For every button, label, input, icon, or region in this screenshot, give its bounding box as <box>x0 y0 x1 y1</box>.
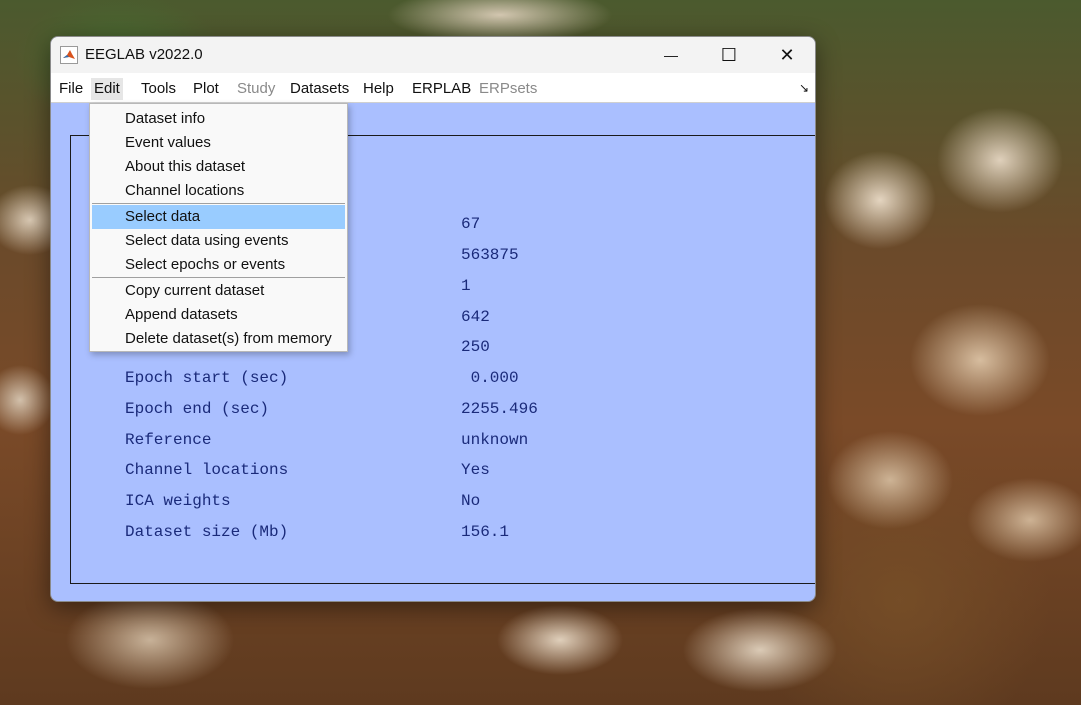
maximize-icon: ☐ <box>720 44 738 65</box>
menu-separator <box>92 277 345 278</box>
info-value: 156.1 <box>461 523 510 541</box>
resize-corner-icon: ↘ <box>798 81 809 95</box>
info-value: Yes <box>461 461 490 479</box>
menu-item-select-data[interactable]: Select data <box>92 205 345 229</box>
info-value: 642 <box>461 308 490 326</box>
info-label: Epoch end (sec) <box>125 400 270 418</box>
matlab-icon <box>60 46 78 64</box>
menu-tools[interactable]: Tools <box>138 78 179 100</box>
menu-item-about-dataset[interactable]: About this dataset <box>92 155 345 179</box>
menu-plot[interactable]: Plot <box>190 78 222 100</box>
edit-menu-dropdown: Dataset info Event values About this dat… <box>89 103 348 352</box>
menu-item-copy-dataset[interactable]: Copy current dataset <box>92 279 345 303</box>
menu-item-select-data-events[interactable]: Select data using events <box>92 229 345 253</box>
menu-item-dataset-info[interactable]: Dataset info <box>92 107 345 131</box>
menu-erpsets[interactable]: ERPsets <box>476 78 540 100</box>
minimize-button[interactable]: — <box>642 37 700 73</box>
info-label: ICA weights <box>125 492 231 510</box>
title-bar[interactable]: EEGLAB v2022.0 — ☐ ✕ <box>51 37 815 73</box>
menu-erplab[interactable]: ERPLAB <box>409 78 474 100</box>
info-label: Epoch start (sec) <box>125 369 289 387</box>
menu-datasets[interactable]: Datasets <box>287 78 352 100</box>
info-value: No <box>461 492 481 510</box>
info-label: Channel locations <box>125 461 289 479</box>
close-icon: ✕ <box>779 44 795 65</box>
menu-item-delete-datasets[interactable]: Delete dataset(s) from memory <box>92 327 345 351</box>
window-title: EEGLAB v2022.0 <box>85 46 203 63</box>
info-value: 2255.496 <box>461 400 538 418</box>
minimize-icon: — <box>664 47 678 63</box>
info-value: 67 <box>461 215 481 233</box>
info-label: Reference <box>125 431 212 449</box>
info-value: 563875 <box>461 246 519 264</box>
info-value: 1 <box>461 277 471 295</box>
menu-separator <box>92 203 345 204</box>
menu-item-channel-locations[interactable]: Channel locations <box>92 179 345 203</box>
close-button[interactable]: ✕ <box>758 37 815 73</box>
menu-item-event-values[interactable]: Event values <box>92 131 345 155</box>
menu-item-select-epochs[interactable]: Select epochs or events <box>92 253 345 277</box>
info-label: Dataset size (Mb) <box>125 523 289 541</box>
maximize-button[interactable]: ☐ <box>700 37 758 73</box>
menu-file[interactable]: File <box>56 78 86 100</box>
menu-edit[interactable]: Edit <box>91 78 123 100</box>
info-value: 0.000 <box>461 369 519 387</box>
menu-study[interactable]: Study <box>234 78 278 100</box>
info-value: unknown <box>461 431 529 449</box>
menu-bar: File Edit Tools Plot Study Datasets Help… <box>51 73 815 103</box>
menu-help[interactable]: Help <box>360 78 397 100</box>
menu-item-append-datasets[interactable]: Append datasets <box>92 303 345 327</box>
info-value: 250 <box>461 338 490 356</box>
